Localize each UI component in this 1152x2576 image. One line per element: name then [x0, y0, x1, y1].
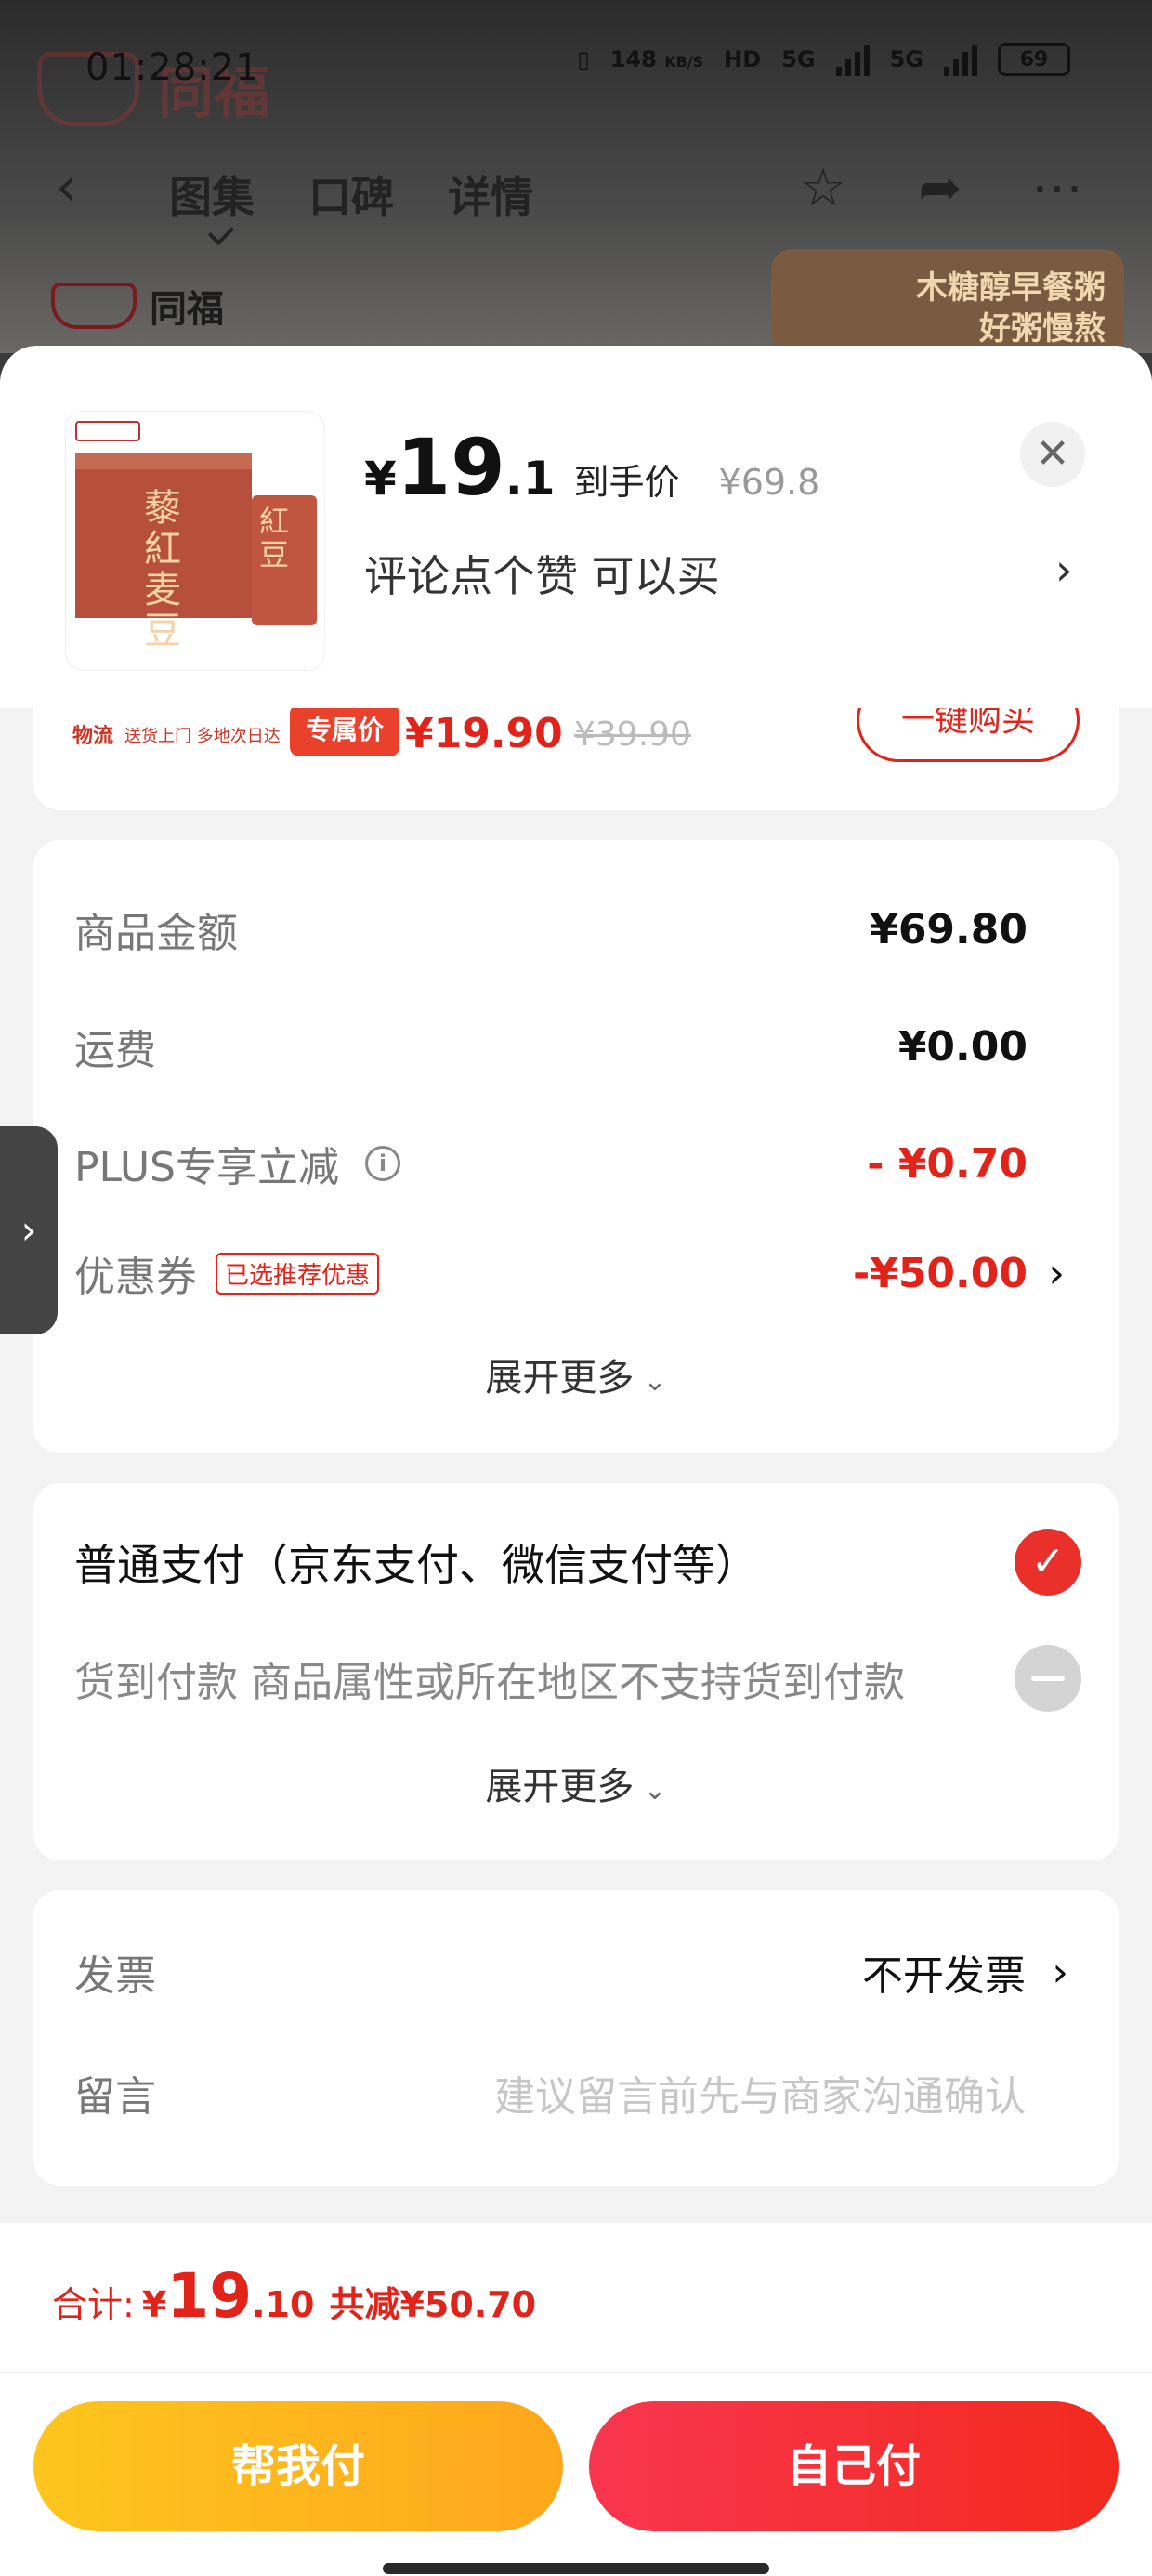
favorite-star-icon[interactable]: ☆ [793, 158, 853, 218]
payment-option-normal[interactable]: 普通支付（京东支付、微信支付等） ✓ [74, 1529, 1081, 1596]
nav-tabs: 图集 口碑 详情 [169, 164, 533, 225]
help-me-pay-button[interactable]: 帮我付 [33, 2401, 563, 2531]
invoice-note-card: 发票 不开发票 › 留言 建议留言前先与商家沟通确认 [33, 1890, 1119, 2186]
summary-row-plus: PLUS专享立减 i - ¥0.70 [74, 1139, 1028, 1192]
summary-row-goods: 商品金额 ¥69.80 [74, 905, 1028, 958]
summary-row-shipping: 运费 ¥0.00 [74, 1022, 1028, 1075]
brand-logo-icon [75, 421, 140, 441]
checkout-sheet: 藜紅麦豆 紅豆 ¥ 19 .1 到手价 ¥69.8 评论点个赞 可以买 › ✕ … [0, 346, 1152, 2576]
status-indicators: ▯ 148 KB/S HD 5G 5G 69 [578, 43, 1070, 76]
exclusive-price: ¥19.90 [405, 710, 563, 757]
chevron-down-icon: ⌄ [643, 1774, 667, 1807]
promo-banner: 木糖醇早餐粥 好粥慢熬 [771, 249, 1124, 353]
exclusive-price-badge: 专属价 [290, 704, 399, 756]
top-nav: ‹ 图集 口碑 详情 ☆ ➦ ⋯ [0, 149, 1152, 242]
final-price: ¥ 19 .1 到手价 ¥69.8 [364, 422, 820, 513]
summary-row-coupon[interactable]: 优惠券 已选推荐优惠 -¥50.00 › [74, 1243, 1065, 1303]
nav-actions: ☆ ➦ ⋯ [793, 158, 1087, 218]
chevron-right-icon: › [1052, 1948, 1068, 1996]
payment-option-cod: 货到付款 商品属性或所在地区不支持货到付款 [74, 1645, 1081, 1712]
tab-reviews[interactable]: 口碑 [308, 164, 394, 225]
note-row[interactable]: 留言 建议留言前先与商家沟通确认 [74, 2063, 1081, 2123]
total-savings: 共减¥50.70 [329, 2284, 537, 2325]
checkmark-icon[interactable]: ✓ [1015, 1529, 1081, 1596]
net-speed: 148 KB/S [609, 46, 704, 72]
divider [0, 2372, 1152, 2373]
close-icon[interactable]: ✕ [1020, 422, 1085, 487]
status-bar: 01:28:21 ▯ 148 KB/S HD 5G 5G 69 [0, 0, 1152, 139]
more-icon[interactable]: ⋯ [1028, 158, 1087, 218]
pay-myself-button[interactable]: 自己付 [589, 2401, 1119, 2531]
offer-original-price: ¥39.90 [574, 716, 691, 754]
watermark: 值 值 值 zhizhizhi.com [943, 2531, 1143, 2554]
invoice-row[interactable]: 发票 不开发票 › [74, 1942, 1081, 2002]
chevron-right-icon[interactable]: › [1055, 545, 1072, 595]
brand-header: 同福 [51, 279, 224, 333]
payment-method-card: 普通支付（京东支付、微信支付等） ✓ 货到付款 商品属性或所在地区不支持货到付款… [33, 1483, 1119, 1860]
chevron-down-icon: ⌄ [643, 1365, 667, 1398]
order-total: 合计: ¥ 19 .10 共减¥50.70 [52, 2260, 537, 2332]
side-expand-tab[interactable]: › [0, 1126, 58, 1334]
disabled-minus-icon [1015, 1645, 1081, 1712]
original-price: ¥69.8 [718, 462, 820, 503]
battery-icon: 69 [998, 43, 1070, 76]
status-time: 01:28:21 [85, 46, 260, 89]
info-icon[interactable]: i [365, 1146, 400, 1181]
coupon-tag: 已选推荐优惠 [216, 1252, 380, 1295]
product-thumbnail: 藜紅麦豆 紅豆 [65, 411, 325, 671]
review-tagline[interactable]: 评论点个赞 可以买 [364, 543, 720, 604]
brand-logo-icon [51, 283, 137, 329]
signal-5g-icon-2: 5G [889, 46, 923, 72]
expand-more-button[interactable]: 展开更多 ⌄ [33, 1756, 1119, 1810]
signal-bars-icon [835, 43, 870, 76]
signal-5g-icon: 5G [781, 46, 816, 72]
signal-bars-icon-2 [944, 43, 977, 76]
home-indicator[interactable] [383, 2563, 769, 2574]
share-icon[interactable]: ➦ [910, 158, 970, 218]
product-header: 藜紅麦豆 紅豆 ¥ 19 .1 到手价 ¥69.8 评论点个赞 可以买 › [0, 346, 1152, 708]
back-icon[interactable]: ‹ [56, 162, 93, 214]
expand-more-button[interactable]: 展开更多 ⌄ [33, 1347, 1119, 1401]
hd-icon: HD [724, 46, 762, 72]
tab-details[interactable]: 详情 [448, 164, 533, 225]
chevron-right-icon[interactable]: › [1048, 1250, 1065, 1297]
tab-gallery[interactable]: 图集 [169, 164, 255, 225]
vibrate-icon: ▯ [577, 46, 590, 72]
note-input[interactable]: 建议留言前先与商家沟通确认 [494, 2063, 1026, 2123]
checkout-footer: 合计: ¥ 19 .10 共减¥50.70 帮我付 自己付 [0, 2223, 1152, 2576]
price-summary-card: 商品金额 ¥69.80 运费 ¥0.00 PLUS专享立减 i - ¥0.70 … [33, 840, 1119, 1453]
price-label: 到手价 [573, 462, 680, 503]
background-page: 同福 01:28:21 ▯ 148 KB/S HD 5G 5G 69 ‹ 图集 … [0, 0, 1152, 353]
